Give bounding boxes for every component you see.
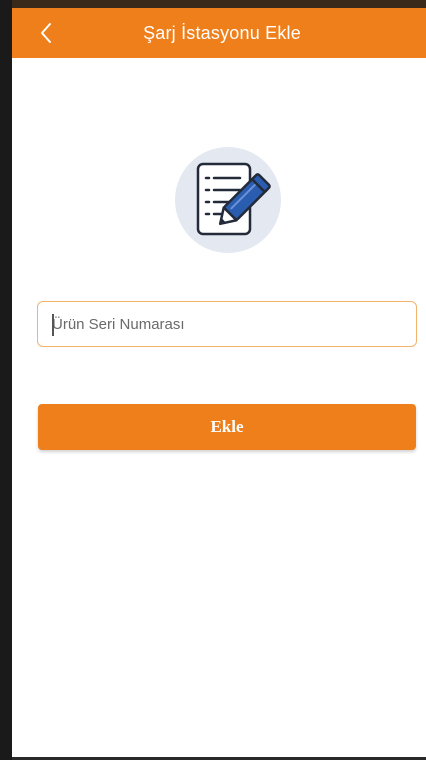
page-title: Şarj İstasyonu Ekle	[143, 22, 301, 43]
add-button[interactable]: Ekle	[38, 404, 416, 450]
app-bar: Şarj İstasyonu Ekle	[12, 8, 426, 58]
chevron-left-icon	[41, 23, 51, 43]
serial-number-input[interactable]	[38, 302, 416, 346]
document-edit-illustration	[174, 146, 282, 254]
serial-number-field[interactable]	[37, 301, 417, 347]
status-bar	[12, 0, 426, 8]
text-caret	[52, 314, 54, 336]
app-screen: Şarj İstasyonu Ekle Ürün Seri Numarası E…	[12, 0, 426, 760]
document-edit-icon	[175, 147, 281, 253]
device-frame: Şarj İstasyonu Ekle Ürün Seri Numarası E…	[0, 0, 426, 760]
back-button[interactable]	[34, 18, 58, 48]
